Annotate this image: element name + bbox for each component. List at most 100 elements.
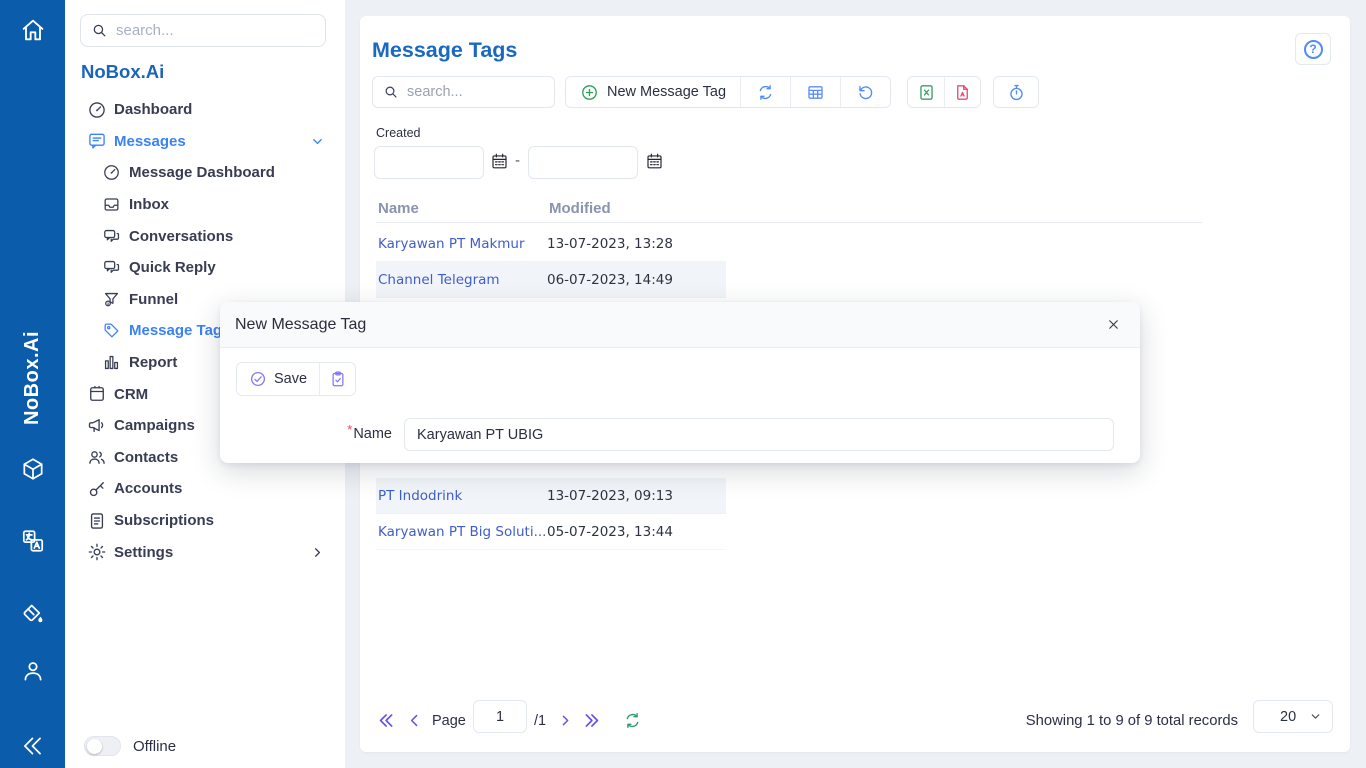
gauge-icon xyxy=(87,100,107,120)
name-field[interactable] xyxy=(404,418,1114,451)
table-button[interactable] xyxy=(790,77,840,107)
column-header-name[interactable]: Name xyxy=(378,200,419,217)
total-pages-label: /1 xyxy=(534,713,546,729)
app-rail: NoBox.Ai xyxy=(0,0,65,768)
page-title: Message Tags xyxy=(372,38,517,63)
table-row: Karyawan PT Big Soluti...05-07-2023, 13:… xyxy=(376,514,726,550)
created-to-input[interactable] xyxy=(528,146,638,179)
stopwatch-button[interactable] xyxy=(994,77,1038,107)
search-icon xyxy=(91,22,108,39)
tag-name-link[interactable]: Karyawan PT Makmur xyxy=(376,236,547,252)
sidebar-item-label: Inbox xyxy=(129,196,169,213)
table-row: PT Indodrink13-07-2023, 09:13 xyxy=(376,478,726,514)
sidebar-item-inbox[interactable]: Inbox xyxy=(65,189,345,221)
table-icon xyxy=(806,83,825,102)
sidebar-item-accounts[interactable]: Accounts xyxy=(65,473,345,505)
toolbar-group-2 xyxy=(907,76,981,108)
close-button[interactable] xyxy=(1102,313,1125,336)
save-button[interactable]: Save xyxy=(237,363,319,395)
modified-date: 13-07-2023, 09:13 xyxy=(547,488,673,504)
first-page-button[interactable] xyxy=(374,708,398,732)
table-search-input[interactable] xyxy=(407,84,544,100)
new-message-tag-button[interactable]: New Message Tag xyxy=(566,77,740,107)
records-summary: Showing 1 to 9 of 9 total records xyxy=(1026,713,1238,729)
offline-toggle[interactable] xyxy=(84,736,121,756)
sync-button[interactable] xyxy=(740,77,790,107)
required-marker: * xyxy=(347,422,352,437)
name-field-label: *Name xyxy=(220,426,392,442)
sidebar-item-message-dashboard[interactable]: Message Dashboard xyxy=(65,157,345,189)
page-label: Page xyxy=(432,713,466,729)
cube-icon[interactable] xyxy=(0,456,65,482)
sidebar-item-settings[interactable]: Settings xyxy=(65,536,345,568)
clipboard-check-icon xyxy=(329,370,347,388)
undo-button[interactable] xyxy=(840,77,890,107)
pdf-file-button[interactable] xyxy=(944,77,980,107)
message-square-icon xyxy=(87,131,107,151)
sidebar-search[interactable] xyxy=(80,14,326,47)
calendar-icon[interactable] xyxy=(490,152,510,172)
new-message-tag-modal: New Message Tag Save *Name xyxy=(220,302,1140,463)
chevron-right-icon xyxy=(310,545,325,560)
stopwatch-icon xyxy=(1007,83,1026,102)
ink-drop-icon[interactable] xyxy=(0,602,65,628)
rail-brand-vertical: NoBox.Ai xyxy=(0,308,65,448)
save-and-copy-button[interactable] xyxy=(319,363,355,395)
sidebar-item-quick-reply[interactable]: Quick Reply xyxy=(65,252,345,284)
question-icon: ? xyxy=(1304,40,1323,59)
inbox-icon xyxy=(102,195,122,214)
plus-circle-icon xyxy=(580,83,599,102)
undo-icon xyxy=(856,83,875,102)
sidebar-item-messages[interactable]: Messages xyxy=(65,126,345,158)
people-icon xyxy=(87,447,107,467)
excel-file-button[interactable] xyxy=(908,77,944,107)
sidebar-item-dashboard[interactable]: Dashboard xyxy=(65,94,345,126)
sidebar-item-label: Accounts xyxy=(114,480,182,497)
calendar-icon[interactable] xyxy=(645,152,665,172)
chevron-down-icon xyxy=(1309,710,1322,723)
sidebar-item-label: Conversations xyxy=(129,228,233,245)
document-icon xyxy=(87,511,107,531)
sync-icon xyxy=(756,83,775,102)
sidebar-item-label: Message Tag xyxy=(129,322,222,339)
modified-date: 06-07-2023, 14:49 xyxy=(547,272,673,288)
modal-title: New Message Tag xyxy=(235,316,366,334)
save-button-label: Save xyxy=(274,371,307,387)
previous-page-button[interactable] xyxy=(402,708,426,732)
chevron-down-icon xyxy=(310,134,325,149)
offline-row: Offline xyxy=(84,736,176,756)
box-icon xyxy=(87,384,107,404)
sidebar-item-subscriptions[interactable]: Subscriptions xyxy=(65,505,345,537)
person-icon[interactable] xyxy=(0,658,65,684)
excel-file-icon xyxy=(917,83,936,102)
sidebar-search-input[interactable] xyxy=(116,22,315,39)
tag-name-link[interactable]: Channel Telegram xyxy=(376,272,547,288)
sidebar-item-label: Message Dashboard xyxy=(129,164,275,181)
tag-name-link[interactable]: PT Indodrink xyxy=(376,488,547,504)
table-search[interactable] xyxy=(372,76,555,108)
refresh-table-button[interactable] xyxy=(620,708,644,732)
translate-icon[interactable] xyxy=(0,528,65,554)
chevrons-left-icon[interactable] xyxy=(0,733,65,759)
help-button[interactable]: ? xyxy=(1295,33,1331,65)
tag-name-link[interactable]: Karyawan PT Big Soluti... xyxy=(376,524,547,540)
sidebar-brand: NoBox.Ai xyxy=(81,61,164,83)
home-icon[interactable] xyxy=(0,16,65,44)
modified-date: 13-07-2023, 13:28 xyxy=(547,236,673,252)
modified-date: 05-07-2023, 13:44 xyxy=(547,524,673,540)
next-page-button[interactable] xyxy=(553,708,577,732)
sidebar-item-label: Report xyxy=(129,354,177,371)
sidebar-item-conversations[interactable]: Conversations xyxy=(65,220,345,252)
check-circle-icon xyxy=(249,370,267,388)
created-from-input[interactable] xyxy=(374,146,484,179)
page-size-select[interactable]: 20 xyxy=(1253,700,1333,733)
megaphone-icon xyxy=(87,416,107,436)
column-header-modified[interactable]: Modified xyxy=(549,200,611,217)
page-number-input[interactable] xyxy=(473,700,527,733)
table-header-divider xyxy=(376,222,1202,223)
table-row: Channel Telegram06-07-2023, 14:49 xyxy=(376,262,726,298)
last-page-button[interactable] xyxy=(579,708,603,732)
gear-icon xyxy=(87,542,107,562)
sidebar-item-label: Quick Reply xyxy=(129,259,216,276)
gauge-icon xyxy=(102,163,122,182)
